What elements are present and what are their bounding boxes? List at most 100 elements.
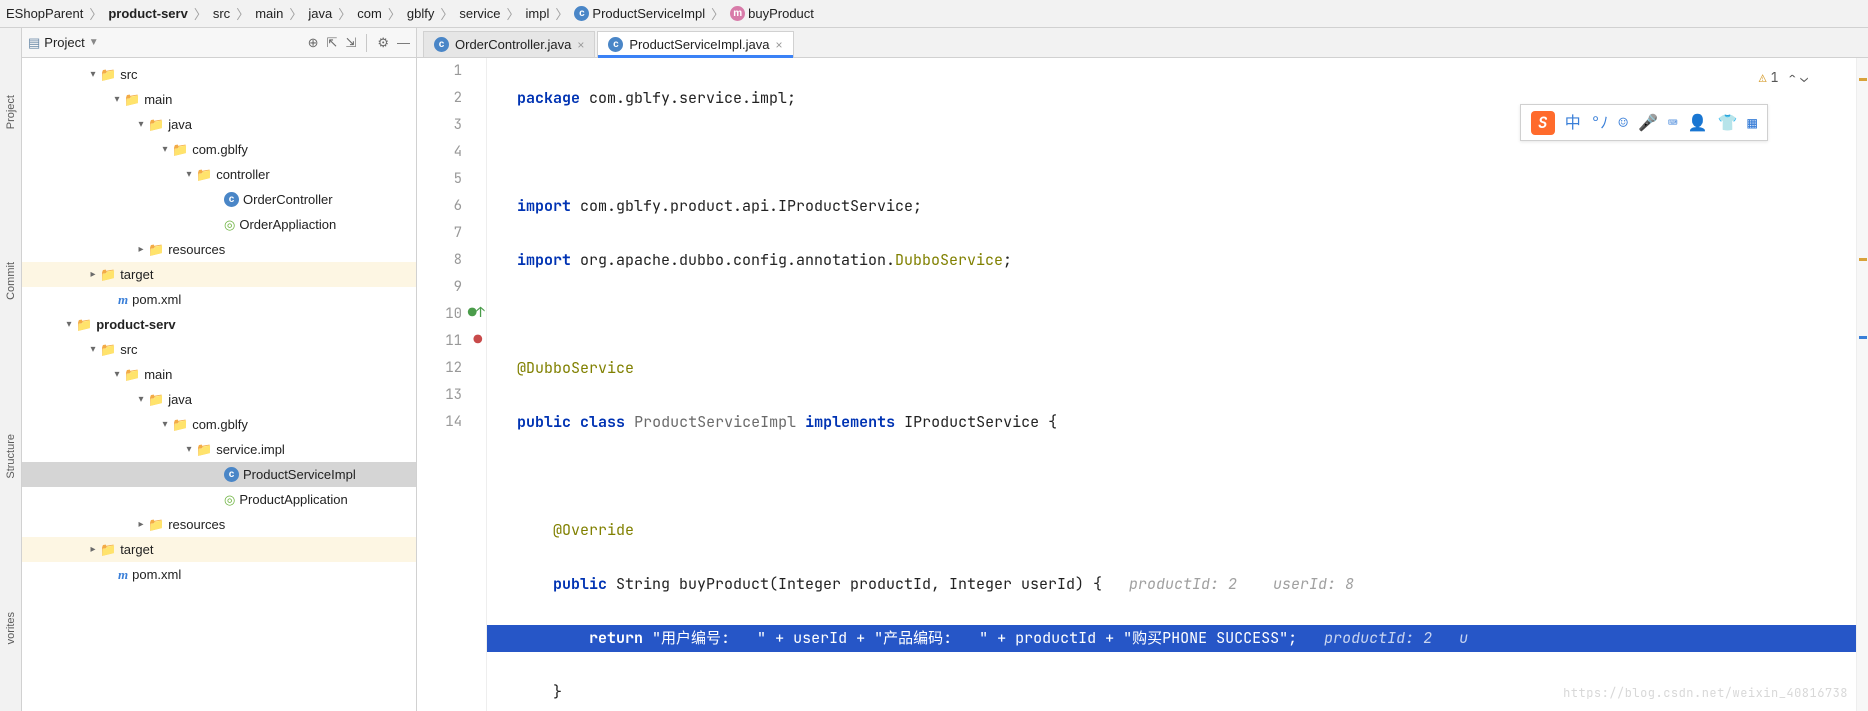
line-number[interactable]: 14 [417, 409, 462, 436]
strip-commit[interactable]: Commit [5, 262, 17, 300]
ime-face-icon[interactable]: ☺ [1618, 109, 1628, 136]
project-tree[interactable]: ▾📁src▾📁main▾📁java▾📁com.gblfy▾📁controller… [22, 58, 416, 711]
line-number[interactable]: 10 [417, 301, 462, 328]
ime-toolbar[interactable]: S 中 °ﾉ ☺ 🎤 ⌨ 👤 👕 ▦ [1520, 104, 1768, 141]
class-icon: c [434, 37, 449, 52]
tree-item[interactable]: ▾📁controller [22, 162, 416, 187]
tree-arrow-icon[interactable]: ▸ [86, 269, 100, 280]
line-number[interactable]: 6 [417, 193, 462, 220]
error-stripe[interactable] [1856, 58, 1868, 711]
tree-item[interactable]: ▾📁java [22, 387, 416, 412]
tree-arrow-icon[interactable]: ▸ [134, 519, 148, 530]
line-number[interactable]: 11 [417, 328, 462, 355]
tree-item[interactable]: ▾📁src [22, 337, 416, 362]
ime-punct-icon[interactable]: °ﾉ [1591, 109, 1609, 136]
tree-item[interactable]: ▾📁com.gblfy [22, 412, 416, 437]
line-number[interactable]: 5 [417, 166, 462, 193]
tree-arrow-icon[interactable]: ▾ [86, 69, 100, 80]
tree-arrow-icon[interactable]: ▾ [86, 344, 100, 355]
line-number[interactable]: 12 [417, 355, 462, 382]
ime-zh[interactable]: 中 [1565, 109, 1581, 136]
hide-icon[interactable]: — [397, 35, 410, 50]
stripe-caret-mark[interactable] [1859, 336, 1867, 339]
tree-item[interactable]: ◎ProductApplication [22, 487, 416, 512]
line-number[interactable]: 4 [417, 139, 462, 166]
strip-structure[interactable]: Structure [5, 434, 17, 479]
tree-item[interactable]: ▾📁main [22, 87, 416, 112]
close-icon[interactable]: × [776, 38, 783, 52]
ime-person-icon[interactable]: 👤 [1688, 109, 1708, 136]
gear-icon[interactable]: ⚙ [377, 35, 389, 51]
warning-icon: ⚠ [1759, 64, 1767, 91]
locate-icon[interactable]: ⊕ [308, 35, 319, 51]
breadcrumb-item[interactable]: EShopParent [6, 6, 83, 21]
breadcrumb-item[interactable]: service [459, 6, 500, 21]
tree-item[interactable]: ▾📁product-serv [22, 312, 416, 337]
line-number[interactable]: 7 [417, 220, 462, 247]
chevron-down-icon[interactable]: ▼ [89, 37, 99, 48]
stripe-warning-mark[interactable] [1859, 258, 1867, 261]
editor-tab[interactable]: cProductServiceImpl.java× [597, 31, 793, 57]
line-number[interactable]: 13 [417, 382, 462, 409]
ime-keyboard-icon[interactable]: ⌨ [1668, 109, 1678, 136]
tree-arrow-icon[interactable]: ▾ [182, 444, 196, 455]
breadcrumb-item[interactable]: com [357, 6, 382, 21]
collapse-icon[interactable]: ⇲ [345, 35, 356, 51]
stripe-warning-mark[interactable] [1859, 78, 1867, 81]
tree-item[interactable]: ◎OrderAppliaction [22, 212, 416, 237]
breadcrumb-sep: 〉 [440, 4, 453, 23]
tree-item[interactable]: ▸📁target [22, 262, 416, 287]
ime-grid-icon[interactable]: ▦ [1747, 109, 1757, 136]
tree-item[interactable]: mpom.xml [22, 287, 416, 312]
breadcrumb-item[interactable]: src [213, 6, 230, 21]
ime-mic-icon[interactable]: 🎤 [1638, 109, 1658, 136]
tree-item[interactable]: ▾📁src [22, 62, 416, 87]
strip-favorites[interactable]: vorites [5, 612, 17, 644]
breadcrumb-item[interactable]: java [308, 6, 332, 21]
line-number[interactable]: 2 [417, 85, 462, 112]
breadcrumb-item[interactable]: gblfy [407, 6, 434, 21]
chevron-up-icon[interactable]: ⌃ [1788, 64, 1796, 91]
line-number[interactable]: 9 [417, 274, 462, 301]
breadcrumb-item[interactable]: product-serv [108, 6, 187, 21]
tree-arrow-icon[interactable]: ▾ [182, 169, 196, 180]
line-number[interactable]: 8 [417, 247, 462, 274]
tree-arrow-icon[interactable]: ▾ [110, 94, 124, 105]
tree-arrow-icon[interactable]: ▸ [86, 544, 100, 555]
tree-arrow-icon[interactable]: ▾ [158, 144, 172, 155]
tree-arrow-icon[interactable]: ▾ [134, 394, 148, 405]
tree-item[interactable]: ▸📁resources [22, 237, 416, 262]
project-title[interactable]: Project [44, 35, 84, 50]
class-icon: c [608, 37, 623, 52]
line-number[interactable]: 1 [417, 58, 462, 85]
tree-item[interactable]: ▾📁main [22, 362, 416, 387]
line-number[interactable]: 3 [417, 112, 462, 139]
tree-item[interactable]: ▸📁resources [22, 512, 416, 537]
breadcrumb-item[interactable]: impl [526, 6, 550, 21]
inspection-badge[interactable]: ⚠ 1 ⌃ ⌄ [1759, 64, 1808, 91]
breadcrumb-item[interactable]: main [255, 6, 283, 21]
breadcrumb-item[interactable]: cProductServiceImpl [574, 6, 705, 21]
tree-item[interactable]: cOrderController [22, 187, 416, 212]
tree-item[interactable]: cProductServiceImpl [22, 462, 416, 487]
strip-project[interactable]: Project [5, 95, 17, 129]
ime-skin-icon[interactable]: 👕 [1717, 109, 1737, 136]
tree-item[interactable]: ▸📁target [22, 537, 416, 562]
tree-item[interactable]: mpom.xml [22, 562, 416, 587]
tree-item[interactable]: ▾📁java [22, 112, 416, 137]
editor-tab[interactable]: cOrderController.java× [423, 31, 595, 57]
tree-arrow-icon[interactable]: ▾ [110, 369, 124, 380]
code-area[interactable]: package com.gblfy.service.impl; import c… [487, 58, 1868, 711]
close-icon[interactable]: × [577, 38, 584, 52]
breadcrumb-item[interactable]: mbuyProduct [730, 6, 814, 21]
tree-item[interactable]: ▾📁service.impl [22, 437, 416, 462]
override-up-icon[interactable]: ●↑ [468, 304, 482, 318]
expand-icon[interactable]: ⇱ [327, 35, 338, 51]
tree-item[interactable]: ▾📁com.gblfy [22, 137, 416, 162]
tree-arrow-icon[interactable]: ▾ [158, 419, 172, 430]
chevron-down-icon[interactable]: ⌄ [1800, 64, 1808, 91]
breakpoint-icon[interactable]: ● [468, 331, 482, 345]
tree-arrow-icon[interactable]: ▾ [62, 319, 76, 330]
tree-arrow-icon[interactable]: ▾ [134, 119, 148, 130]
tree-arrow-icon[interactable]: ▸ [134, 244, 148, 255]
